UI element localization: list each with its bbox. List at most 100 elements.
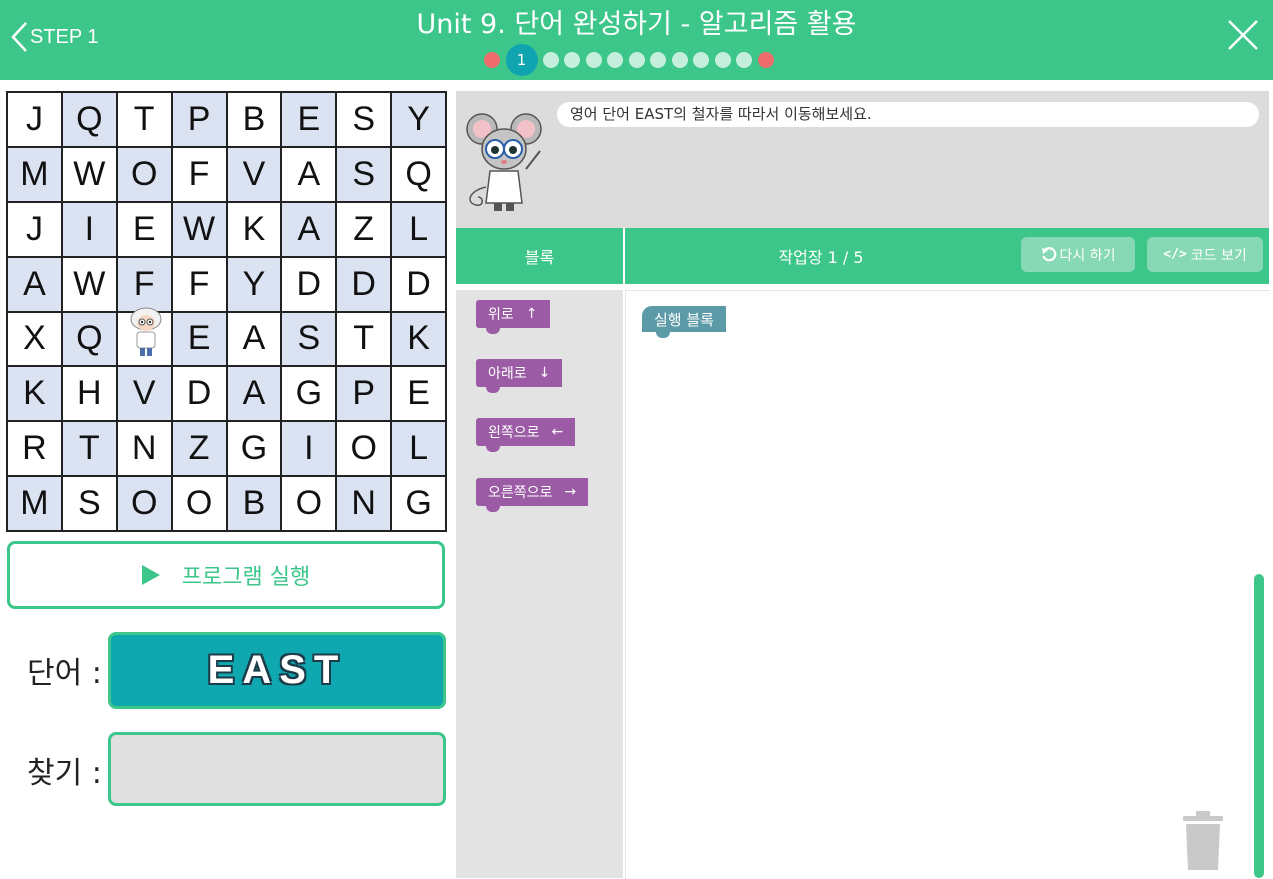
grid-cell: T [337,312,391,366]
grid-cell: W [62,147,116,201]
block-down[interactable]: 아래로 ↓ [476,359,563,393]
run-start-block[interactable]: 실행 블록 [642,306,726,338]
block-palette: 위로 ↑ 아래로 ↓ 왼쪽으로 ← 오른쪽으로 → [456,290,623,878]
workspace-scrollbar[interactable] [1254,574,1264,878]
code-icon: </> [1163,247,1187,262]
grid-cell: B [227,477,281,530]
block-right-label: 오른쪽으로 [488,485,553,501]
grid-cell: E [172,312,226,366]
grid-cell: K [8,367,61,421]
arrow-left-icon: ← [551,424,564,440]
player-character-icon [130,307,162,356]
grid-cell: A [227,312,281,366]
page-title: Unit 9. 단어 완성하기 - 알고리즘 활용 [416,9,857,40]
trash-icon[interactable] [1181,810,1225,872]
close-icon [1228,20,1258,50]
grid-cell: K [227,202,281,256]
grid-cell: Z [337,202,391,256]
mouse-professor-icon [466,113,542,211]
grid-cell: O [117,147,171,201]
mission-speech-bubble: 영어 단어 EAST의 철자를 따라서 이동해보세요. [557,102,1259,127]
code-workspace[interactable]: 실행 블록 [625,290,1270,879]
arrow-up-icon: ↑ [525,306,538,322]
grid-cell: E [282,93,336,146]
progress-dot[interactable] [607,52,623,68]
grid-cell: F [172,147,226,201]
grid-cell: G [227,422,281,476]
progress-dot[interactable] [628,52,645,68]
progress-dot[interactable] [585,52,602,68]
block-down-label: 아래로 [488,366,527,382]
grid-cell: O [172,477,226,530]
grid-cell: N [117,422,171,476]
coding-panel: 영어 단어 EAST의 철자를 따라서 이동해보세요. 블록 작업장 1 / 5… [456,91,1270,879]
block-up-label: 위로 [488,307,514,323]
grid-cell: Z [172,422,226,476]
grid-cell: J [8,93,61,146]
grid-cell: I [62,202,116,256]
grid-cell: S [282,312,336,366]
progress-dot-current[interactable]: 1 [505,44,538,76]
arrow-right-icon: → [564,484,577,500]
editor-toolbar: 블록 작업장 1 / 5 다시 하기 </> 코드 보기 [456,228,1269,284]
grid-cell: F [172,257,226,311]
grid-cell: B [227,93,281,146]
grid-cell: V [227,147,281,201]
arrow-down-icon: ↓ [538,365,551,381]
blocks-tab[interactable]: 블록 [456,228,625,284]
grid-cell: W [172,202,226,256]
reset-button[interactable]: 다시 하기 [1021,237,1135,272]
letter-grid: JQTPBESYMWOFVASQJIEWKAZLAWFFYDDDXQEASTKK… [6,91,447,532]
block-right[interactable]: 오른쪽으로 → [476,478,589,512]
grid-cell: R [8,422,61,476]
run-program-label: 프로그램 실행 [181,565,311,590]
grid-cell: S [337,93,391,146]
grid-cell: V [117,367,171,421]
grid-cell: P [172,93,226,146]
grid-cell: O [282,477,336,530]
grid-cell: S [62,477,116,530]
grid-cell: K [392,312,445,366]
progress-dot[interactable] [736,52,752,68]
grid-cell: D [172,367,226,421]
progress-dot[interactable] [671,52,688,68]
found-letters-box [108,732,446,806]
block-up[interactable]: 위로 ↑ [476,300,550,334]
progress-dot[interactable] [693,52,709,68]
run-program-button[interactable]: 프로그램 실행 [7,541,445,609]
grid-cell: G [392,477,445,530]
grid-cell: Q [392,147,445,201]
grid-cell: Q [62,312,116,366]
grid-cell: O [117,477,171,530]
progress-dot[interactable] [714,52,731,68]
block-left[interactable]: 왼쪽으로 ← [476,418,576,452]
play-icon [141,565,160,585]
reset-label: 다시 하기 [1059,247,1116,264]
progress-dot[interactable] [564,52,580,68]
progress-dot[interactable] [542,52,559,68]
grid-cell: E [117,202,171,256]
grid-cell: E [392,367,445,421]
grid-cell: Y [227,257,281,311]
undo-icon [1041,246,1056,261]
view-code-label: 코드 보기 [1190,247,1247,264]
close-button[interactable] [1226,18,1260,52]
grid-cell: G [282,367,336,421]
grid-cell: O [337,422,391,476]
progress-dots: 1 [484,44,779,76]
grid-cell: D [392,257,445,311]
grid-cell: A [8,257,61,311]
grid-cell: M [8,147,61,201]
grid-cell: T [117,93,171,146]
progress-dot[interactable] [484,52,500,68]
grid-cell: T [62,422,116,476]
grid-cell: J [8,202,61,256]
workspace-title: 작업장 1 / 5 [778,248,864,267]
mission-area: 영어 단어 EAST의 철자를 따라서 이동해보세요. [456,91,1269,228]
view-code-button[interactable]: </> 코드 보기 [1147,237,1263,272]
progress-dot[interactable] [757,52,774,68]
grid-cell: F [117,257,171,311]
progress-dot[interactable] [650,52,666,68]
grid-cell: A [227,367,281,421]
block-left-label: 왼쪽으로 [488,425,540,441]
